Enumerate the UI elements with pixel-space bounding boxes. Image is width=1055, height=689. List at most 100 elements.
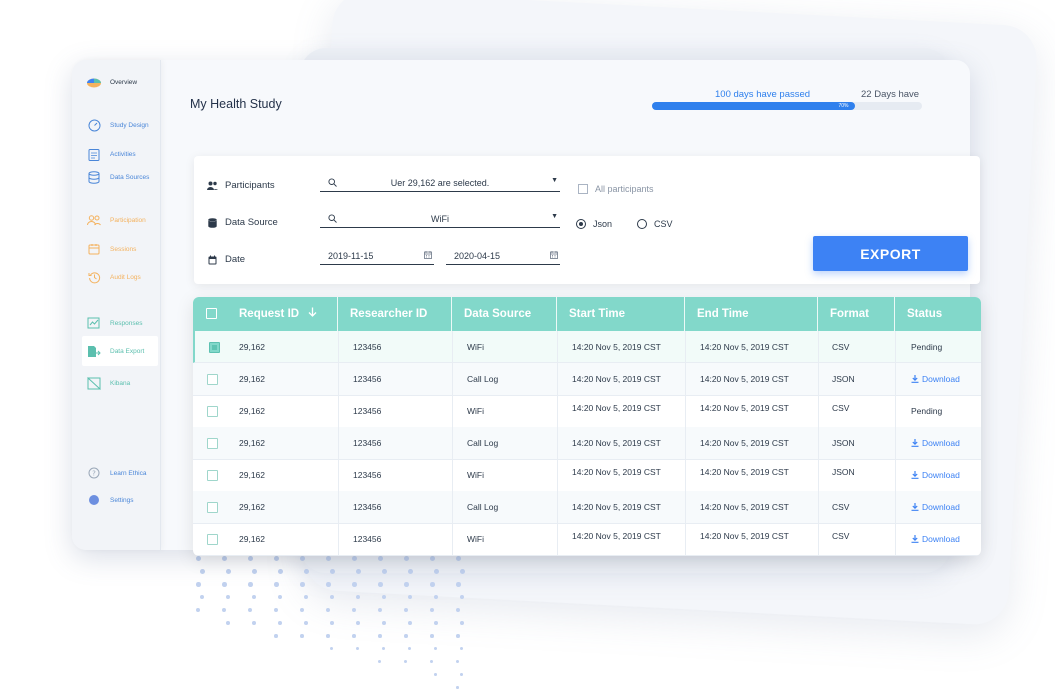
download-link[interactable]: Download — [911, 374, 960, 384]
cell-data-source: WiFi — [467, 406, 484, 416]
table-row[interactable]: 29,162 123456 Call Log 14:20 Nov 5, 2019 CS… — [193, 491, 981, 524]
sidebar-item-label: Settings — [110, 496, 134, 504]
select-all-checkbox[interactable] — [206, 308, 217, 319]
decorative-dot — [222, 556, 227, 561]
sidebar-item-label: Learn Ethica — [110, 469, 147, 477]
decorative-dot — [278, 621, 282, 625]
cell-researcher-id: 123456 — [353, 534, 382, 544]
decorative-dot — [196, 582, 201, 587]
decorative-dot — [330, 569, 335, 574]
table-row[interactable]: 29,162 123456 Call Log 14:20 Nov 5, 2019 CS… — [193, 427, 981, 460]
decorative-dot — [456, 660, 459, 663]
cell-end-time: 14:20 Nov 5, 2019 CST — [700, 374, 789, 384]
table-row[interactable]: 29,162 123456 WiFi 14:20 Nov 5, 2019 CST 14:… — [193, 395, 981, 428]
download-link[interactable]: Download — [911, 438, 960, 448]
decorative-dot — [274, 582, 279, 587]
row-checkbox[interactable] — [207, 502, 218, 513]
sidebar-item-participation[interactable]: Participation — [82, 205, 158, 235]
decorative-dot — [434, 569, 439, 574]
sidebar-item-label: Participation — [110, 216, 146, 224]
row-checkbox[interactable] — [209, 342, 220, 353]
column-header-start-time[interactable]: Start Time — [557, 297, 685, 331]
table-row[interactable]: 29,162 123456 WiFi 14:20 Nov 5, 2019 CST 14:… — [193, 523, 981, 556]
chevron-down-icon: ▼ — [551, 177, 558, 184]
users-icon — [87, 213, 101, 227]
participants-label: Participants — [206, 180, 275, 191]
date-from-input[interactable]: 2019-11-15 — [320, 251, 434, 265]
sidebar-item-settings[interactable]: Settings — [82, 485, 158, 515]
row-checkbox[interactable] — [207, 470, 218, 481]
cell-format: CSV — [832, 531, 850, 541]
sidebar-item-responses[interactable]: Responses — [82, 308, 158, 338]
row-checkbox[interactable] — [207, 374, 218, 385]
decorative-dot — [378, 556, 383, 561]
row-checkbox[interactable] — [207, 534, 218, 545]
cell-request-id: 29,162 — [239, 534, 265, 544]
decorative-dot — [430, 556, 435, 561]
column-header-end-time[interactable]: End Time — [685, 297, 818, 331]
decorative-dot — [378, 582, 383, 587]
date-to-input[interactable]: 2020-04-15 — [446, 251, 560, 265]
all-participants-checkbox[interactable]: All participants — [578, 184, 654, 194]
download-link[interactable]: Download — [911, 534, 960, 544]
decorative-dot — [378, 634, 382, 638]
cell-format: CSV — [832, 502, 850, 512]
table-header: Request ID Researcher ID Data Source Sta… — [193, 297, 981, 331]
decorative-dot — [248, 556, 253, 561]
calendar-icon — [424, 251, 432, 261]
column-divider — [338, 331, 339, 556]
download-icon — [911, 502, 922, 512]
decorative-dot — [274, 556, 279, 561]
sidebar-item-overview[interactable]: Overview — [82, 67, 158, 97]
decorative-dot — [408, 569, 413, 574]
clipboard-icon — [87, 147, 101, 161]
decorative-dot — [352, 582, 357, 587]
table-row[interactable]: 29,162 123456 Call Log 14:20 Nov 5, 2019 CS… — [193, 363, 981, 396]
column-header-request-id[interactable]: Request ID — [227, 297, 338, 331]
format-radio-csv[interactable]: CSV — [637, 219, 673, 229]
cell-data-source: Call Log — [467, 374, 499, 384]
cell-start-time: 14:20 Nov 5, 2019 CST — [572, 438, 661, 448]
row-checkbox[interactable] — [207, 406, 218, 417]
column-header-status[interactable]: Status — [895, 297, 981, 331]
download-link[interactable]: Download — [911, 470, 960, 480]
all-participants-label: All participants — [595, 184, 654, 194]
column-header-researcher-id[interactable]: Researcher ID — [338, 297, 452, 331]
cell-researcher-id: 123456 — [353, 342, 382, 352]
decorative-dot — [326, 634, 330, 638]
cell-researcher-id: 123456 — [353, 502, 382, 512]
sidebar-item-kibana[interactable]: Kibana — [82, 368, 158, 398]
decorative-dot — [408, 647, 412, 651]
sidebar-item-data-export[interactable]: Data Export — [82, 336, 158, 366]
sidebar-item-sessions[interactable]: Sessions — [82, 234, 158, 264]
column-divider — [818, 331, 819, 556]
decorative-dot — [304, 621, 308, 625]
column-header-data-source[interactable]: Data Source — [452, 297, 557, 331]
row-checkbox[interactable] — [207, 438, 218, 449]
table-row[interactable]: 29,162 123456 WiFi 14:20 Nov 5, 2019 CST 14:… — [193, 459, 981, 492]
decorative-dot — [200, 595, 205, 600]
format-radio-json[interactable]: Json — [576, 219, 612, 229]
sidebar-item-study-design[interactable]: Study Design — [82, 110, 158, 140]
data-source-select[interactable]: WiFi ▼ — [320, 213, 560, 228]
status-text: Pending — [911, 406, 942, 416]
radio-selected — [576, 219, 586, 229]
decorative-dot — [278, 569, 283, 574]
download-link[interactable]: Download — [911, 502, 960, 512]
participants-select[interactable]: Uer 29,162 are selected. ▼ — [320, 177, 560, 192]
cell-end-time: 14:20 Nov 5, 2019 CST — [700, 502, 789, 512]
decorative-dot — [430, 608, 434, 612]
export-button[interactable]: EXPORT — [813, 236, 968, 271]
decorative-dot — [252, 621, 256, 625]
sidebar-item-data-sources[interactable]: Data Sources — [82, 162, 158, 192]
column-header-format[interactable]: Format — [818, 297, 895, 331]
participants-label-text: Participants — [225, 180, 275, 191]
sidebar-item-label: Audit Logs — [110, 273, 141, 281]
table-row[interactable]: 29,162 123456 WiFi 14:20 Nov 5, 2019 CST 14:… — [193, 331, 981, 363]
sidebar-item-label: Overview — [110, 78, 138, 86]
sidebar-item-learn-ethica[interactable]: ? Learn Ethica — [82, 458, 158, 488]
sidebar-item-audit-logs[interactable]: Audit Logs — [82, 262, 158, 292]
decorative-dot — [196, 556, 201, 561]
decorative-dot — [404, 582, 409, 587]
history-icon — [87, 270, 101, 284]
